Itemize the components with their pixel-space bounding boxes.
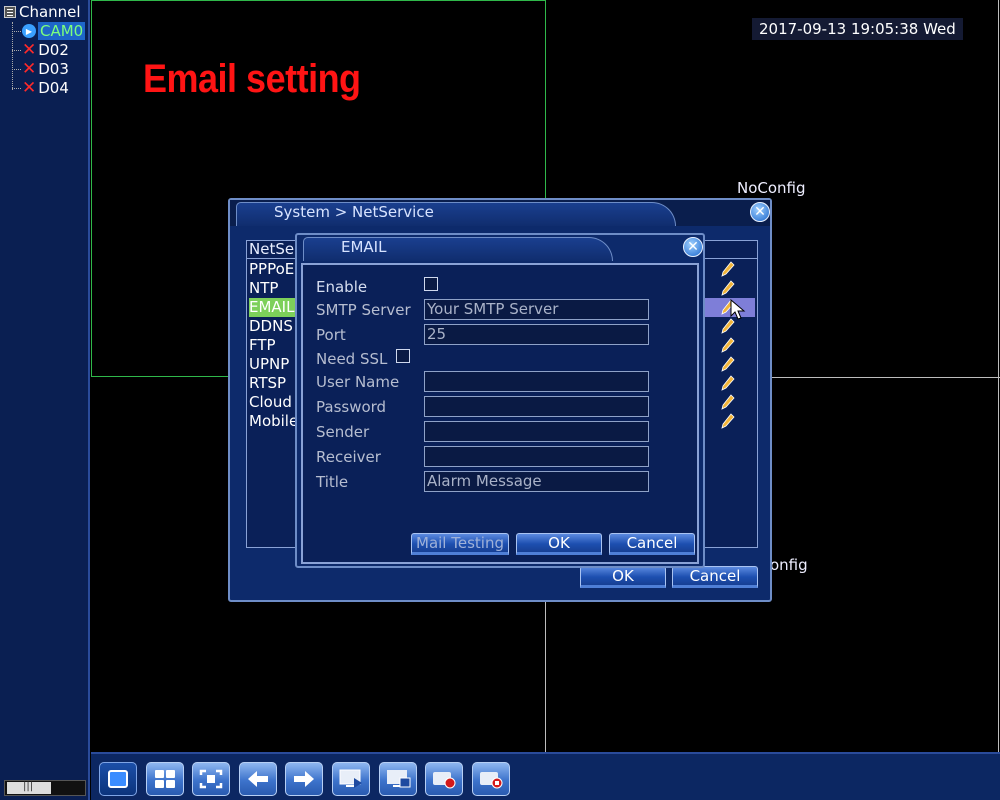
next-button[interactable]	[285, 762, 323, 796]
channel-item-d04[interactable]: ✕ D04	[22, 79, 69, 97]
single-view-button[interactable]	[99, 762, 137, 796]
netservice-name: PPPoE	[249, 260, 295, 278]
mail-testing-button[interactable]: Mail Testing	[411, 533, 509, 555]
tree-icon	[4, 6, 16, 18]
edit-pencil-icon[interactable]	[721, 375, 735, 391]
netservice-name: NTP	[249, 279, 279, 297]
email-dialog: EMAIL ✕ Enable SMTP Server Your SMTP Ser…	[295, 233, 705, 568]
mouse-cursor-icon	[730, 299, 746, 320]
netservice-name: DDNS	[249, 317, 293, 335]
fullscreen-icon	[199, 769, 223, 789]
tree-branch	[12, 50, 21, 51]
netservice-ok-button[interactable]: OK	[580, 566, 666, 588]
email-close-button[interactable]: ✕	[683, 237, 703, 257]
channel-label: CAM0	[38, 22, 86, 40]
edit-pencil-icon[interactable]	[721, 394, 735, 410]
stop-record-icon	[480, 772, 503, 789]
netservice-name: Mobile	[249, 412, 299, 430]
sidebar-scrollbar[interactable]	[4, 780, 86, 796]
email-cancel-button[interactable]: Cancel	[609, 533, 695, 555]
smtp-server-input[interactable]: Your SMTP Server	[424, 299, 649, 320]
preview-button[interactable]	[332, 762, 370, 796]
edit-pencil-icon[interactable]	[721, 356, 735, 372]
password-label: Password	[316, 398, 387, 416]
arrow-right-icon	[294, 771, 314, 787]
edit-pencil-icon[interactable]	[721, 261, 735, 277]
edit-pencil-icon[interactable]	[721, 280, 735, 296]
tree-branch	[12, 88, 21, 89]
previous-button[interactable]	[239, 762, 277, 796]
monitor-sequence-icon	[387, 770, 411, 788]
channel-item-d02[interactable]: ✕ D02	[22, 41, 69, 59]
overlay-caption: Email setting	[143, 55, 361, 101]
stop-record-button[interactable]	[472, 762, 510, 796]
netservice-name: Cloud	[249, 393, 292, 411]
record-icon	[433, 772, 456, 789]
enable-checkbox[interactable]	[424, 277, 438, 291]
fullscreen-button[interactable]	[192, 762, 230, 796]
quad-view-icon	[155, 770, 175, 788]
noconfig-label-partial: onfig	[770, 556, 808, 574]
port-input[interactable]: 25	[424, 324, 649, 345]
edit-pencil-icon[interactable]	[721, 337, 735, 353]
channel-label: D04	[38, 79, 69, 97]
channel-item-d03[interactable]: ✕ D03	[22, 60, 69, 78]
title-label: Title	[316, 473, 349, 491]
email-ok-button[interactable]: OK	[516, 533, 602, 555]
receiver-label: Receiver	[316, 448, 381, 466]
receiver-input[interactable]	[424, 446, 649, 467]
disconnected-icon: ✕	[22, 58, 37, 79]
email-form: Enable SMTP Server Your SMTP Server Port…	[301, 263, 699, 564]
netservice-close-button[interactable]: ✕	[750, 202, 770, 222]
email-dialog-title: EMAIL	[341, 238, 387, 256]
bottom-toolbar	[91, 752, 1000, 800]
grid-divider-right	[998, 0, 999, 752]
edit-pencil-icon[interactable]	[721, 413, 735, 429]
netservice-name: FTP	[249, 336, 276, 354]
channel-label: D03	[38, 60, 69, 78]
netservice-cancel-button[interactable]: Cancel	[672, 566, 758, 588]
arrow-left-icon	[248, 771, 268, 787]
netservice-name: UPNP	[249, 355, 290, 373]
tree-branch	[12, 69, 21, 70]
netservice-name: RTSP	[249, 374, 287, 392]
single-view-icon	[108, 770, 128, 788]
close-icon: ✕	[754, 204, 766, 220]
tree-connector	[12, 22, 13, 90]
title-input[interactable]: Alarm Message	[424, 471, 649, 492]
enable-label: Enable	[316, 278, 368, 296]
channel-tree-title[interactable]: Channel	[4, 3, 81, 21]
user-name-input[interactable]	[424, 371, 649, 392]
datetime-display: 2017-09-13 19:05:38 Wed	[752, 18, 963, 40]
monitor-play-icon	[339, 769, 362, 788]
password-input[interactable]	[424, 396, 649, 417]
disconnected-icon: ✕	[22, 77, 37, 98]
need-ssl-checkbox[interactable]	[396, 349, 410, 363]
user-name-label: User Name	[316, 373, 400, 391]
sender-input[interactable]	[424, 421, 649, 442]
noconfig-label: NoConfig	[737, 179, 806, 197]
sender-label: Sender	[316, 423, 370, 441]
port-label: Port	[316, 326, 346, 344]
channel-title-label: Channel	[19, 3, 81, 21]
smtp-server-label: SMTP Server	[316, 301, 411, 319]
tree-branch	[12, 31, 21, 32]
record-button[interactable]	[425, 762, 463, 796]
channel-sidebar: Channel ▶ CAM0 ✕ D02 ✕ D03 ✕ D04	[0, 0, 90, 800]
play-icon: ▶	[22, 24, 36, 38]
need-ssl-label: Need SSL	[316, 350, 388, 368]
netservice-name: EMAIL	[249, 298, 297, 317]
scrollbar-thumb[interactable]	[7, 781, 51, 794]
tour-button[interactable]	[379, 762, 417, 796]
netservice-title: System > NetService	[274, 203, 434, 221]
close-icon: ✕	[687, 239, 699, 255]
channel-label: D02	[38, 41, 69, 59]
netservice-titlebar[interactable]: System > NetService	[230, 200, 770, 226]
disconnected-icon: ✕	[22, 39, 37, 60]
channel-item-cam0[interactable]: ▶ CAM0	[22, 22, 86, 40]
quad-view-button[interactable]	[146, 762, 184, 796]
